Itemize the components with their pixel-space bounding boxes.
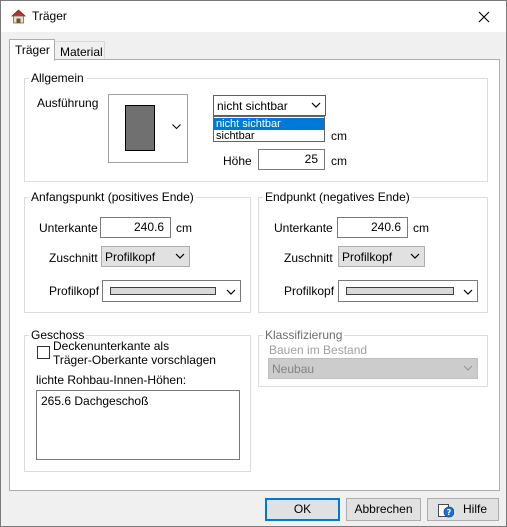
close-button[interactable] (461, 1, 506, 32)
dropdown-option-sichtbar[interactable]: sichtbar (214, 130, 324, 142)
chevron-down-icon (463, 289, 473, 295)
end-zuschnitt-label: Zuschnitt (284, 251, 333, 265)
ausfuehrung-label: Ausführung (37, 96, 99, 110)
dropdown-option-nicht-sichtbar[interactable]: nicht sichtbar (214, 118, 324, 130)
hoehe-label: Höhe (223, 154, 252, 168)
group-allgemein-label: Allgemein (29, 71, 86, 85)
chevron-down-icon (175, 253, 185, 259)
end-zuschnitt-value: Profilkopf (342, 250, 393, 264)
profile-preview-shape (125, 105, 155, 151)
bauen-im-bestand-label: Bauen im Bestand (269, 343, 368, 357)
group-klassifizierung-label: Klassifizierung (263, 328, 345, 342)
group-anfangspunkt-label: Anfangspunkt (positives Ende) (29, 190, 196, 204)
group-endpunkt-label: Endpunkt (negatives Ende) (263, 190, 412, 204)
hoehe-input[interactable]: 25 (258, 149, 325, 170)
anfang-profilkopf-select[interactable] (102, 280, 241, 302)
help-button-label: Hilfe (463, 502, 488, 516)
rohbau-hoehen-label: lichte Rohbau-Innen-Höhen: (36, 373, 187, 387)
visibility-dropdown-list: nicht sichtbar sichtbar (213, 116, 325, 142)
anfang-profilkopf-label: Profilkopf (49, 284, 100, 298)
tab-material[interactable]: Material (54, 41, 105, 60)
tab-traeger[interactable]: Träger (9, 39, 55, 61)
chevron-down-icon (226, 289, 236, 295)
anfang-unterkante-input[interactable]: 240.6 (100, 217, 171, 238)
svg-text:?: ? (447, 508, 452, 517)
end-unterkante-unit: cm (413, 221, 429, 235)
tab-traeger-label: Träger (15, 43, 50, 57)
chevron-down-icon (172, 124, 181, 130)
visibility-select-value: nicht sichtbar (217, 99, 288, 113)
close-icon (478, 11, 489, 22)
anfang-unterkante-unit: cm (176, 221, 192, 235)
breite-unit: cm (331, 129, 347, 143)
anfang-unterkante-label: Unterkante (39, 221, 98, 235)
profile-line-swatch (346, 287, 454, 295)
anfang-zuschnitt-label: Zuschnitt (49, 251, 98, 265)
checkbox-label-line2[interactable]: Träger-Oberkante vorschlagen (53, 353, 216, 367)
tab-material-label: Material (60, 45, 103, 59)
beam-app-icon (10, 8, 27, 25)
chevron-down-icon (463, 365, 473, 371)
cancel-button[interactable]: Abbrechen (346, 498, 421, 521)
end-profilkopf-label: Profilkopf (284, 284, 335, 298)
bauen-im-bestand-select[interactable]: Neubau (268, 358, 478, 379)
hoehe-unit: cm (331, 154, 347, 168)
dialog-window: Träger Träger Material Allgemein Ausführ… (0, 0, 507, 527)
end-profilkopf-select[interactable] (338, 280, 478, 302)
end-unterkante-input[interactable]: 240.6 (337, 217, 408, 238)
deckenunterkante-checkbox[interactable] (37, 346, 50, 359)
chevron-down-icon (410, 253, 420, 259)
help-icon: ? (438, 504, 454, 518)
rohbau-hoehen-list[interactable]: 265.6 Dachgeschoß (36, 390, 240, 460)
visibility-select[interactable]: nicht sichtbar (213, 95, 326, 116)
anfang-zuschnitt-value: Profilkopf (105, 250, 156, 264)
profile-preview-selector[interactable] (108, 94, 188, 163)
window-title: Träger (32, 9, 67, 23)
checkbox-label-line1[interactable]: Deckenunterkante als (53, 339, 169, 353)
chevron-down-icon (311, 102, 321, 108)
rohbau-hoehen-value: 265.6 Dachgeschoß (41, 394, 149, 408)
ok-button[interactable]: OK (265, 498, 340, 521)
anfang-zuschnitt-select[interactable]: Profilkopf (101, 246, 190, 267)
profile-line-swatch (110, 287, 216, 295)
end-zuschnitt-select[interactable]: Profilkopf (338, 246, 425, 267)
bauen-im-bestand-value: Neubau (272, 362, 315, 376)
title-bar: Träger (1, 1, 506, 32)
help-button[interactable]: ? Hilfe (427, 498, 499, 521)
end-unterkante-label: Unterkante (274, 221, 333, 235)
